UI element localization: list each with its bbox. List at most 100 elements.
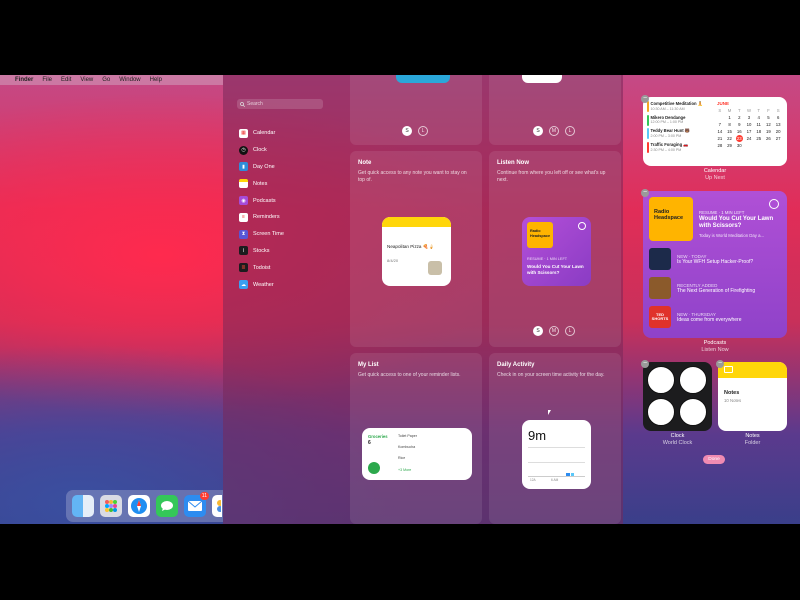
calendar-caption: Calendar Up Next bbox=[643, 168, 787, 181]
calendar-day[interactable]: 27 bbox=[773, 135, 783, 142]
calendar-day[interactable]: 8 bbox=[725, 121, 735, 128]
panel-description: Get quick access to one of your reminder… bbox=[358, 372, 461, 378]
calendar-day[interactable]: 12 bbox=[764, 121, 774, 128]
mail-icon[interactable]: 11 bbox=[184, 492, 209, 517]
calendar-day[interactable]: 17 bbox=[744, 128, 754, 135]
size-medium-button[interactable]: M bbox=[549, 326, 559, 336]
calendar-day[interactable]: 13 bbox=[773, 121, 783, 128]
calendar-day[interactable] bbox=[773, 142, 783, 149]
photos-icon[interactable] bbox=[212, 495, 222, 517]
calendar-day[interactable]: 19 bbox=[764, 128, 774, 135]
calendar-icon: ▦ bbox=[239, 128, 248, 138]
finder-icon[interactable] bbox=[72, 495, 94, 517]
panel-description: Continue from where you left off or see … bbox=[497, 170, 606, 183]
calendar-day[interactable]: 18 bbox=[754, 128, 764, 135]
calendar-day[interactable]: 20 bbox=[773, 128, 783, 135]
sidebar-item-notes[interactable]: Notes bbox=[239, 175, 339, 192]
notes-header bbox=[718, 362, 787, 378]
size-large-button[interactable]: L bbox=[565, 326, 575, 336]
calendar-day[interactable]: 23 bbox=[735, 135, 743, 142]
menu-go[interactable]: Go bbox=[102, 77, 110, 83]
podcasts-widget[interactable]: Radio Headspace RESUME · 1 MIN LEFT Woul… bbox=[643, 191, 787, 338]
calendar-event-list: Competitive Meditation 🧘 10:30 AM – 11:30… bbox=[647, 101, 713, 155]
sidebar-item-podcasts[interactable]: ◉ Podcasts bbox=[239, 192, 339, 209]
sidebar-item-calendar[interactable]: ▦ Calendar bbox=[239, 125, 339, 142]
remove-widget-button[interactable]: − bbox=[641, 189, 649, 197]
calendar-day[interactable]: 3 bbox=[744, 114, 754, 121]
size-large-button[interactable]: L bbox=[418, 126, 428, 136]
sidebar-item-todoist[interactable]: ≣ Todoist bbox=[239, 259, 339, 276]
calendar-day[interactable]: 9 bbox=[734, 121, 744, 128]
search-field[interactable]: Search bbox=[237, 99, 323, 109]
done-button[interactable]: Done bbox=[703, 455, 725, 464]
menu-window[interactable]: Window bbox=[119, 77, 140, 83]
calendar-day[interactable] bbox=[754, 142, 764, 149]
sidebar-item-reminders[interactable]: ≡ Reminders bbox=[239, 209, 339, 226]
size-medium-button[interactable]: M bbox=[549, 126, 559, 136]
calendar-day[interactable]: 10 bbox=[744, 121, 754, 128]
calendar-day[interactable]: 2 bbox=[734, 114, 744, 121]
launchpad-icon[interactable] bbox=[100, 495, 122, 517]
episode-title: Is Your WFH Setup Hacker-Proof? bbox=[677, 258, 754, 265]
notes-widget[interactable]: Notes 10 Notes bbox=[718, 362, 787, 431]
calendar-event[interactable]: Traffic Foraging 🚗 2:30 PM – 4:00 PM bbox=[647, 141, 713, 153]
calendar-day[interactable]: 29 bbox=[725, 142, 735, 149]
calendar-day[interactable]: 4 bbox=[754, 114, 764, 121]
remove-widget-button[interactable]: − bbox=[641, 360, 649, 368]
sidebar-item-stocks[interactable]: ⌇ Stocks bbox=[239, 243, 339, 260]
screen-time-widget-preview[interactable]: 9m 12A 6 AM bbox=[522, 420, 591, 489]
widget-preview-partial[interactable] bbox=[522, 75, 562, 83]
calendar-day[interactable]: 26 bbox=[764, 135, 774, 142]
calendar-day[interactable]: 21 bbox=[715, 135, 725, 142]
list-icon bbox=[368, 462, 380, 474]
size-small-button[interactable]: S bbox=[533, 126, 543, 136]
remove-widget-button[interactable]: − bbox=[716, 360, 724, 368]
folder-icon bbox=[724, 366, 733, 373]
menu-help[interactable]: Help bbox=[150, 77, 162, 83]
calendar-widget[interactable]: Competitive Meditation 🧘 10:30 AM – 11:30… bbox=[643, 97, 787, 166]
remove-widget-button[interactable]: − bbox=[641, 95, 649, 103]
calendar-day[interactable] bbox=[744, 142, 754, 149]
menu-app-name[interactable]: Finder bbox=[15, 77, 33, 83]
menu-edit[interactable]: Edit bbox=[61, 77, 71, 83]
widget-preview-partial[interactable] bbox=[396, 75, 450, 83]
menu-view[interactable]: View bbox=[80, 77, 93, 83]
calendar-day[interactable] bbox=[715, 114, 725, 121]
calendar-day[interactable]: 1 bbox=[725, 114, 735, 121]
calendar-day[interactable] bbox=[764, 142, 774, 149]
calendar-day[interactable]: 24 bbox=[744, 135, 754, 142]
calendar-day[interactable]: 14 bbox=[715, 128, 725, 135]
size-large-button[interactable]: L bbox=[565, 126, 575, 136]
calendar-day[interactable]: 6 bbox=[773, 114, 783, 121]
widget-subcaption: World Clock bbox=[662, 439, 693, 446]
podcasts-widget-preview[interactable]: Radio Headspace RESUME · 1 MIN LEFT Woul… bbox=[522, 217, 591, 286]
stocks-icon: ⌇ bbox=[239, 246, 248, 256]
calendar-event[interactable]: Mikero Dendange 12:00 PM – 1:00 PM bbox=[647, 114, 713, 126]
safari-icon[interactable] bbox=[128, 495, 150, 517]
calendar-event[interactable]: Teddy Bear Hunt 🐻 2:00 PM – 3:00 PM bbox=[647, 128, 713, 139]
calendar-day[interactable]: 15 bbox=[725, 128, 735, 135]
reminders-widget-preview[interactable]: Groceries 6 Toilet Paper Kombucha Rice +… bbox=[362, 428, 472, 480]
calendar-day[interactable]: 11 bbox=[754, 121, 764, 128]
podcast-episode-row[interactable]: NEW · TODAY Is Your WFH Setup Hacker-Proo… bbox=[649, 248, 753, 270]
calendar-event[interactable]: Competitive Meditation 🧘 10:30 AM – 11:30… bbox=[647, 101, 713, 112]
sidebar-item-weather[interactable]: ☁ Weather bbox=[239, 276, 339, 293]
sidebar-item-screen-time[interactable]: ⧗ Screen Time bbox=[239, 226, 339, 243]
note-widget-preview[interactable]: Neapolitan Pizza 🍕🍦 8/4/20 bbox=[382, 217, 451, 286]
calendar-day[interactable]: 7 bbox=[715, 121, 725, 128]
calendar-day[interactable]: 28 bbox=[715, 142, 725, 149]
messages-icon[interactable] bbox=[156, 495, 178, 517]
sidebar-item-day-one[interactable]: ▮ Day One bbox=[239, 159, 339, 176]
calendar-day[interactable]: 22 bbox=[725, 135, 735, 142]
world-clock-widget[interactable] bbox=[643, 362, 712, 431]
size-small-button[interactable]: S bbox=[533, 326, 543, 336]
sidebar-item-clock[interactable]: ◷ Clock bbox=[239, 142, 339, 159]
calendar-day[interactable]: 5 bbox=[764, 114, 774, 121]
size-small-button[interactable]: S bbox=[402, 126, 412, 136]
podcast-episode-row[interactable]: RECENTLY ADDED The Next Generation of Fir… bbox=[649, 277, 755, 299]
calendar-day[interactable]: 16 bbox=[734, 128, 744, 135]
menu-file[interactable]: File bbox=[42, 77, 52, 83]
calendar-day[interactable]: 25 bbox=[754, 135, 764, 142]
calendar-day[interactable]: 30 bbox=[734, 142, 744, 149]
podcast-episode-row[interactable]: TED SHORTS NEW · THURSDAY Ideas come from… bbox=[649, 306, 741, 328]
